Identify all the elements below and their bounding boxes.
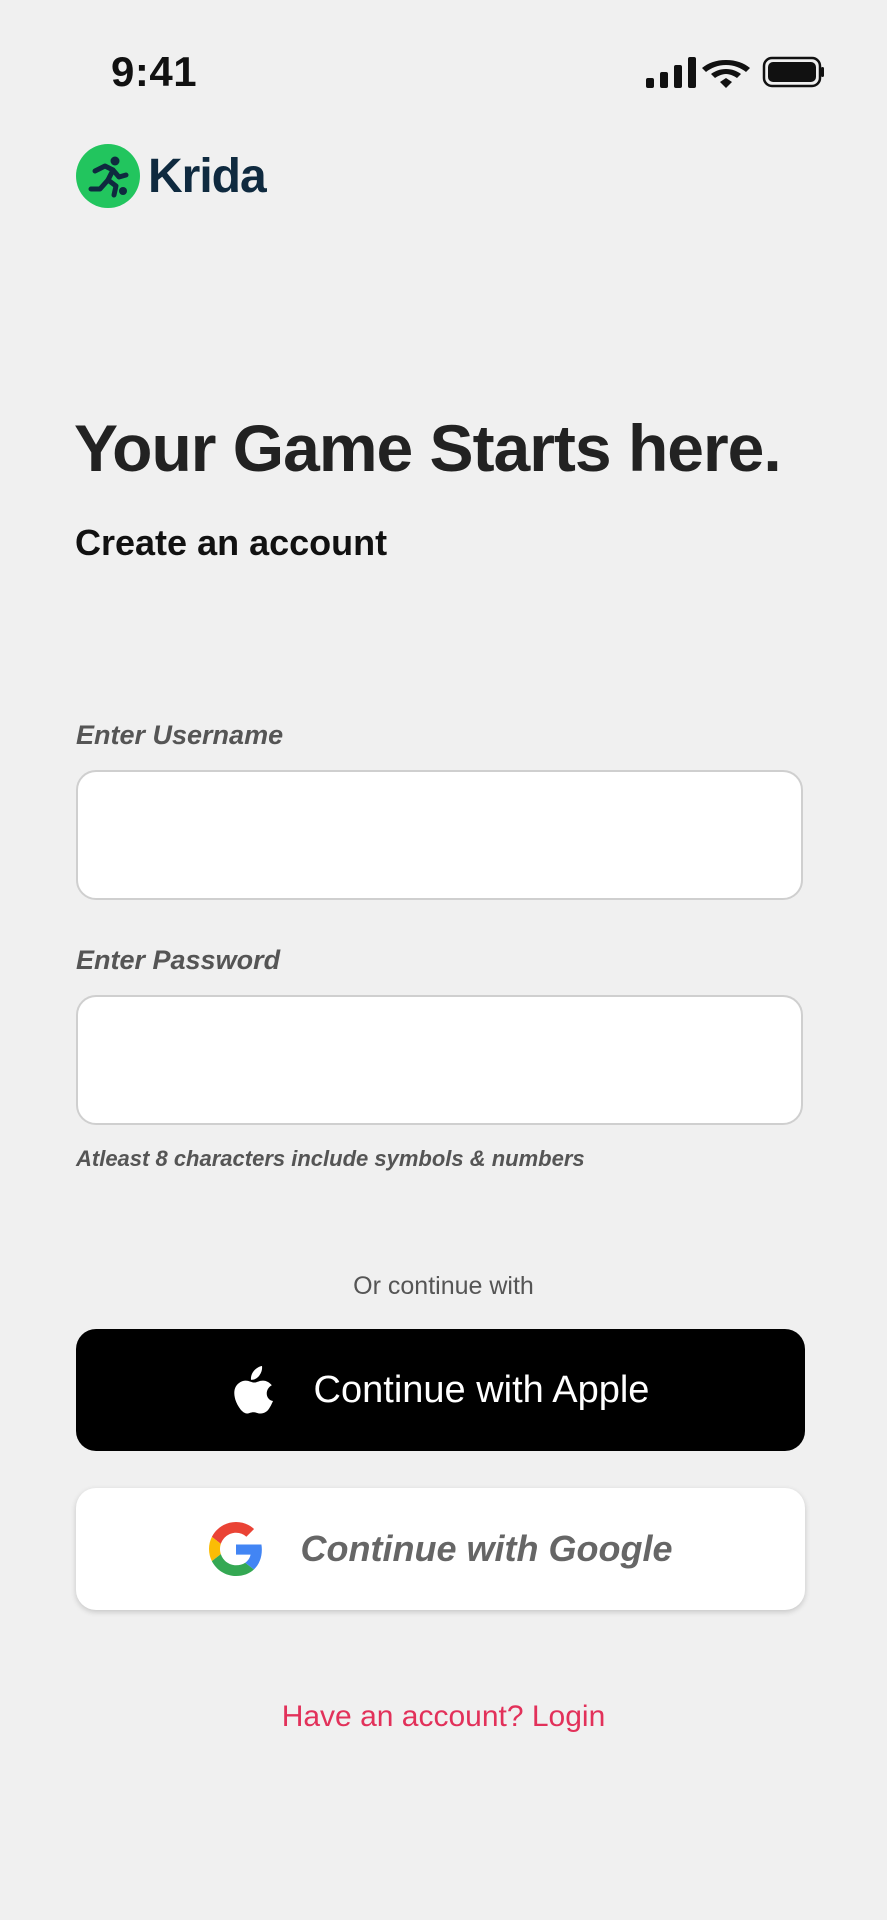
page-title: Your Game Starts here.	[74, 411, 782, 485]
password-hint: Atleast 8 characters include symbols & n…	[76, 1146, 585, 1171]
username-input[interactable]	[76, 770, 803, 900]
divider-text: Or continue with	[353, 1272, 534, 1300]
google-button-label: Continue with Google	[300, 1528, 673, 1569]
password-label: Enter Password	[76, 945, 281, 975]
page-subtitle: Create an account	[75, 522, 388, 563]
apple-icon	[232, 1364, 276, 1416]
runner-icon	[76, 144, 140, 208]
google-icon	[208, 1522, 263, 1576]
battery-icon	[762, 56, 824, 88]
status-time: 9:41	[111, 48, 198, 95]
continue-with-google-button[interactable]: Continue with Google	[76, 1488, 805, 1610]
brand-logo: Krida	[76, 144, 267, 208]
brand-name: Krida	[148, 149, 267, 203]
password-input[interactable]	[76, 995, 803, 1125]
wifi-icon	[702, 60, 750, 88]
continue-with-apple-button[interactable]: Continue with Apple	[76, 1329, 805, 1451]
username-label: Enter Username	[76, 720, 284, 750]
apple-button-label: Continue with Apple	[313, 1368, 650, 1411]
login-link[interactable]: Have an account? Login	[0, 1700, 887, 1734]
status-icons	[644, 54, 824, 90]
cellular-signal-icon	[646, 57, 696, 88]
